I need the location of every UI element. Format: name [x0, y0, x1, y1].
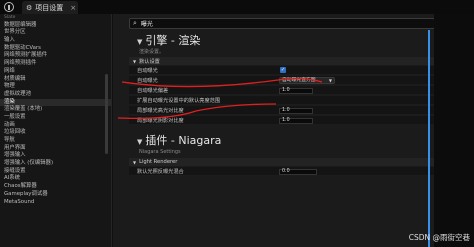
setting-auto-exposure-method: 自动曝光 自动曝光直方图 ▼	[129, 76, 435, 85]
gear-icon: ⚙	[26, 3, 33, 12]
collapse-arrow-icon: ▼	[137, 138, 143, 146]
sidebar-item[interactable]: 材质编辑	[0, 76, 111, 84]
section-engine-rendering[interactable]: ▼ 引擎 - 渲染	[137, 32, 200, 48]
sidebar-item[interactable]: 输入	[0, 37, 111, 45]
sidebar-item[interactable]: Chaos解算器	[0, 183, 111, 191]
section-plugin-niagara[interactable]: ▼ 插件 - Niagara	[137, 132, 221, 148]
setting-label: 自动曝光偏差	[137, 88, 169, 94]
setting-default-light-inverse-exposure-blend: 默认光照反曝光混合 0.0	[129, 167, 435, 176]
unreal-logo-icon	[4, 2, 14, 12]
sidebar-item[interactable]: 虚拟纹理池	[0, 91, 111, 99]
section-subtitle: Niagara Settings	[139, 149, 181, 155]
right-edge-panel	[434, 14, 474, 247]
setting-label: 局部曝光阴影对比度	[137, 118, 184, 124]
settings-content: ▼ 引擎 - 渲染 渲染设置。 ▼ 默认设置 自动曝光 ✓ 自动曝光 自动曝光直方图…	[129, 30, 435, 247]
sidebar-item[interactable]: 垃圾回收	[0, 129, 111, 137]
tab-label: 项目设置	[35, 3, 64, 12]
settings-sidebar: Slate 数据层编辑器 世界分区 输入 数据驱动CVars 网络预测扩展插件 网络预测插件…	[0, 14, 112, 247]
search-icon: ⌕	[133, 19, 137, 27]
setting-label: 扩展自动曝光设置中的默认亮度范围	[137, 98, 221, 104]
auto-exposure-method-dropdown[interactable]: 自动曝光直方图 ▼	[279, 77, 335, 84]
search-input[interactable]	[140, 20, 341, 27]
watermark: CSDN @雨街空巷	[408, 233, 470, 242]
sidebar-item[interactable]: Slate	[0, 14, 111, 22]
setting-label: 默认光照反曝光混合	[137, 169, 184, 175]
sidebar-item[interactable]: 网络	[0, 68, 111, 76]
search-bar[interactable]: ⌕	[129, 18, 435, 29]
sidebar-item[interactable]: 增强输入 (仅编辑器)	[0, 160, 111, 168]
chevron-down-icon: ▼	[328, 78, 332, 83]
setting-auto-exposure-bias: 自动曝光偏差 1.0	[129, 86, 435, 95]
sidebar-item[interactable]: 网络预测插件	[0, 60, 111, 68]
content-scrollbar[interactable]	[428, 30, 430, 247]
default-light-inverse-exposure-field[interactable]: 0.0	[279, 168, 317, 175]
sidebar-item[interactable]: 增强输入	[0, 152, 111, 160]
section-subtitle: 渲染设置。	[139, 49, 165, 55]
category-light-renderer[interactable]: ▼ Light Renderer	[129, 158, 435, 166]
setting-auto-exposure: 自动曝光 ✓	[129, 66, 435, 75]
setting-local-highlight-contrast: 局部曝光高光对比度 1.0	[129, 106, 435, 115]
caret-down-icon: ▼	[133, 58, 137, 64]
setting-label: 自动曝光	[137, 78, 158, 84]
collapse-arrow-icon: ▼	[137, 38, 143, 46]
tab-project-settings[interactable]: ⚙ 项目设置 ×	[22, 1, 78, 14]
close-icon[interactable]: ×	[70, 4, 76, 12]
auto-exposure-checkbox[interactable]: ✓	[280, 67, 286, 73]
setting-local-shadow-contrast: 局部曝光阴影对比度 1.0	[129, 116, 435, 125]
local-shadow-contrast-field[interactable]: 1.0	[279, 117, 313, 124]
setting-label: 局部曝光高光对比度	[137, 108, 184, 114]
setting-extend-default-luminance-range: 扩展自动曝光设置中的默认亮度范围	[129, 96, 435, 105]
sidebar-item[interactable]: 世界分区	[0, 29, 111, 37]
sidebar-item[interactable]: 网络预测扩展插件	[0, 52, 111, 60]
sidebar-item[interactable]: 渲染覆盖 (本地)	[0, 106, 111, 114]
sidebar-item[interactable]: 一般设置	[0, 114, 111, 122]
setting-label: 自动曝光	[137, 68, 158, 74]
title-bar: ⚙ 项目设置 ×	[0, 0, 474, 14]
auto-exposure-bias-field[interactable]: 1.0	[279, 87, 313, 94]
sidebar-item[interactable]: 导航	[0, 137, 111, 145]
sidebar-item[interactable]: MetaSound	[0, 199, 111, 207]
sidebar-scrollbar[interactable]	[105, 74, 108, 154]
local-highlight-contrast-field[interactable]: 1.0	[279, 107, 313, 114]
settings-main: ⌕ ▼引擎 - 渲染 渲染设置。 ▼默认设置 自动曝光 ✓ 自动曝光 自动曝光直…	[113, 14, 474, 247]
caret-down-icon: ▼	[133, 159, 137, 165]
sidebar-item[interactable]: 物理	[0, 83, 111, 91]
sidebar-item[interactable]: AI系统	[0, 175, 111, 183]
category-default[interactable]: ▼ 默认设置	[129, 57, 435, 65]
sidebar-item[interactable]: Gameplay调试器	[0, 191, 111, 199]
